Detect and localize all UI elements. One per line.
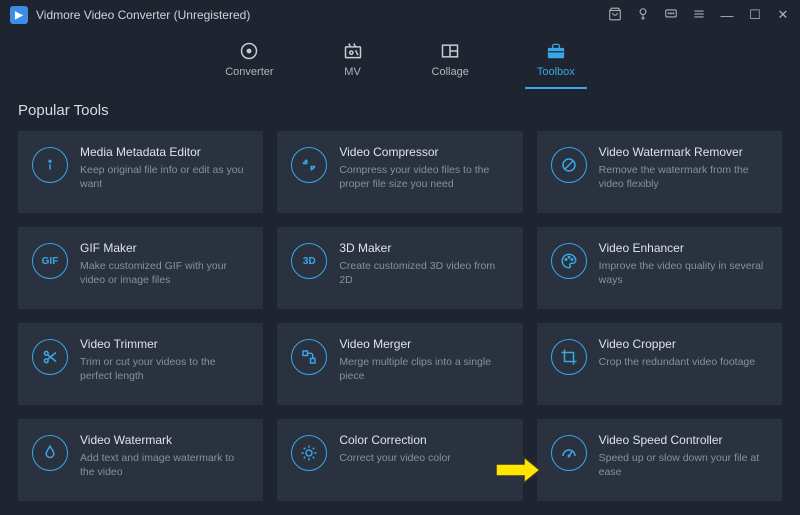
tools-grid: Media Metadata Editor Keep original file … (18, 131, 782, 501)
speedometer-icon (551, 435, 587, 471)
tab-label: Collage (432, 66, 469, 78)
tool-title: Media Metadata Editor (80, 145, 249, 159)
tool-video-trimmer[interactable]: Video Trimmer Trim or cut your videos to … (18, 323, 263, 405)
tool-desc: Speed up or slow down your file at ease (599, 451, 768, 479)
tool-title: Video Trimmer (80, 337, 249, 351)
minimize-button[interactable]: — (720, 8, 734, 23)
tool-desc: Remove the watermark from the video flex… (599, 163, 768, 191)
key-icon[interactable] (636, 7, 650, 24)
tool-title: Video Speed Controller (599, 433, 768, 447)
tool-video-compressor[interactable]: Video Compressor Compress your video file… (277, 131, 522, 213)
scissors-icon (32, 339, 68, 375)
watermark-icon (32, 435, 68, 471)
content: Popular Tools Media Metadata Editor Keep … (0, 88, 800, 501)
window-title: Vidmore Video Converter (Unregistered) (36, 8, 608, 22)
tool-title: GIF Maker (80, 241, 249, 255)
toolbox-icon (545, 40, 567, 62)
merge-icon (291, 339, 327, 375)
menu-icon[interactable] (692, 7, 706, 24)
tool-desc: Trim or cut your videos to the perfect l… (80, 355, 249, 383)
tool-media-metadata-editor[interactable]: Media Metadata Editor Keep original file … (18, 131, 263, 213)
tool-3d-maker[interactable]: 3D 3D Maker Create customized 3D video fr… (277, 227, 522, 309)
maximize-button[interactable]: ☐ (748, 7, 762, 23)
tool-title: Video Enhancer (599, 241, 768, 255)
tool-title: Video Compressor (339, 145, 508, 159)
tool-video-enhancer[interactable]: Video Enhancer Improve the video quality … (537, 227, 782, 309)
tool-desc: Create customized 3D video from 2D (339, 259, 508, 287)
tool-desc: Make customized GIF with your video or i… (80, 259, 249, 287)
3d-icon: 3D (291, 243, 327, 279)
tool-video-watermark[interactable]: Video Watermark Add text and image waterm… (18, 419, 263, 501)
tab-collage[interactable]: Collage (422, 36, 479, 88)
nav-tabs: Converter MV Collage Toolbox (0, 30, 800, 88)
converter-icon (238, 40, 260, 62)
gif-icon: GIF (32, 243, 68, 279)
tool-title: Color Correction (339, 433, 508, 447)
mv-icon (342, 40, 364, 62)
crop-icon (551, 339, 587, 375)
tab-label: Toolbox (537, 66, 575, 78)
compress-icon (291, 147, 327, 183)
tool-desc: Add text and image watermark to the vide… (80, 451, 249, 479)
tool-title: Video Merger (339, 337, 508, 351)
tool-desc: Keep original file info or edit as you w… (80, 163, 249, 191)
tab-converter[interactable]: Converter (215, 36, 283, 88)
tool-desc: Improve the video quality in several way… (599, 259, 768, 287)
tab-label: MV (344, 66, 361, 78)
tool-desc: Correct your video color (339, 451, 508, 465)
tool-color-correction[interactable]: Color Correction Correct your video color (277, 419, 522, 501)
tool-desc: Crop the redundant video footage (599, 355, 768, 369)
cart-icon[interactable] (608, 7, 622, 24)
section-title: Popular Tools (18, 102, 782, 119)
watermark-remove-icon (551, 147, 587, 183)
tool-video-merger[interactable]: Video Merger Merge multiple clips into a … (277, 323, 522, 405)
tool-title: Video Cropper (599, 337, 768, 351)
tab-mv[interactable]: MV (332, 36, 374, 88)
app-logo-icon: ▶ (10, 6, 28, 24)
tool-video-speed-controller[interactable]: Video Speed Controller Speed up or slow d… (537, 419, 782, 501)
info-icon (32, 147, 68, 183)
tool-video-cropper[interactable]: Video Cropper Crop the redundant video fo… (537, 323, 782, 405)
color-icon (291, 435, 327, 471)
titlebar: ▶ Vidmore Video Converter (Unregistered)… (0, 0, 800, 30)
collage-icon (439, 40, 461, 62)
tool-title: 3D Maker (339, 241, 508, 255)
tool-title: Video Watermark (80, 433, 249, 447)
palette-icon (551, 243, 587, 279)
tool-gif-maker[interactable]: GIF GIF Maker Make customized GIF with yo… (18, 227, 263, 309)
window-controls: — ☐ ✕ (608, 7, 790, 24)
tool-desc: Merge multiple clips into a single piece (339, 355, 508, 383)
chat-icon[interactable] (664, 7, 678, 24)
tab-label: Converter (225, 66, 273, 78)
tool-title: Video Watermark Remover (599, 145, 768, 159)
tool-video-watermark-remover[interactable]: Video Watermark Remover Remove the waterm… (537, 131, 782, 213)
close-button[interactable]: ✕ (776, 7, 790, 23)
tab-toolbox[interactable]: Toolbox (527, 36, 585, 88)
tool-desc: Compress your video files to the proper … (339, 163, 508, 191)
